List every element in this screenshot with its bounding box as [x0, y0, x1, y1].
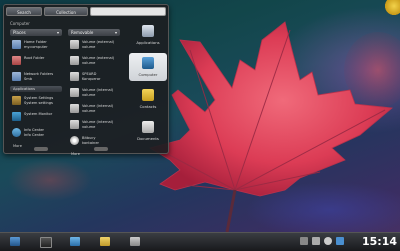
list-item[interactable]: System Monitor [10, 110, 62, 124]
item-label: Root Folder [24, 56, 45, 60]
collection-tab-button[interactable]: Collection [44, 7, 88, 16]
item-label: Info Center Info Center [24, 128, 45, 137]
info-center-icon [12, 128, 21, 137]
item-label: SPEARD Konqueror [82, 72, 101, 81]
desktop-icon[interactable] [70, 237, 80, 246]
list-item[interactable]: Volume (external) volume [68, 38, 120, 52]
kickoff-launcher-menu: Search Collection Computer Places ▾ Home… [3, 4, 169, 156]
item-label: Volume (external) volume [82, 56, 115, 65]
menu-content: Places ▾ Home Folder my.computer Root Fo… [10, 29, 126, 156]
list-item[interactable]: Volume (external) volume [68, 54, 120, 68]
search-input[interactable] [90, 7, 166, 16]
volume-icon[interactable] [324, 237, 332, 245]
item-label: Volume (external) volume [82, 40, 115, 49]
category-label: Documents [137, 136, 159, 141]
menu-search-row: Search Collection [6, 7, 166, 16]
scroll-handle[interactable] [94, 147, 108, 151]
item-label: Volume (internal) volume [82, 120, 114, 129]
category-applications[interactable]: Applications [129, 21, 167, 49]
home-folder-icon [12, 40, 21, 49]
breadcrumb: Computer [10, 21, 30, 26]
list-item[interactable]: System Settings System settings [10, 94, 62, 108]
applications-icon [142, 25, 154, 37]
search-tab-button[interactable]: Search [6, 7, 42, 16]
console-icon[interactable] [40, 237, 52, 248]
applications-subheader: Applications [10, 86, 62, 92]
chevron-down-icon: ▾ [114, 30, 117, 35]
scroll-handle[interactable] [34, 147, 48, 151]
removable-header[interactable]: Removable ▾ [68, 29, 120, 36]
places-column: Places ▾ Home Folder my.computer Root Fo… [10, 29, 62, 151]
category-label: Applications [136, 40, 160, 45]
list-item[interactable]: SPEARD Konqueror [68, 70, 120, 84]
drive-icon [70, 56, 79, 65]
item-label: Bitbucy kontainer [82, 136, 100, 145]
device-notifier-icon[interactable] [300, 237, 308, 245]
list-item[interactable]: Root Folder [10, 54, 62, 68]
menu-bottom-bar [4, 147, 168, 151]
kde-cashew-icon[interactable] [385, 0, 400, 15]
removable-column: Removable ▾ Volume (external) volume Vol… [68, 29, 120, 159]
item-label: Volume (internal) volume [82, 88, 114, 97]
contacts-icon [142, 89, 154, 101]
system-settings-icon [12, 96, 21, 105]
list-item[interactable]: Network Folders Smb [10, 70, 62, 84]
item-label: Home Folder my.computer [24, 40, 48, 49]
computer-icon [142, 57, 154, 69]
drive-icon [70, 72, 79, 81]
category-documents[interactable]: Documents [129, 117, 167, 145]
category-label: Contacts [139, 104, 157, 109]
category-label: Computer [138, 72, 158, 77]
drive-icon[interactable] [130, 237, 140, 246]
root-folder-icon [12, 56, 21, 65]
folder-icon[interactable] [100, 237, 110, 246]
item-label: System Settings System settings [24, 96, 54, 105]
category-sidebar: Applications Computer Contacts Documents [129, 21, 167, 149]
cd-icon [70, 136, 79, 145]
drive-icon [70, 104, 79, 113]
places-header-label: Places [13, 30, 26, 35]
more-label: More [71, 152, 80, 156]
places-header[interactable]: Places ▾ [10, 29, 62, 36]
category-contacts[interactable]: Contacts [129, 85, 167, 113]
taskbar: 15:14 [0, 232, 400, 251]
list-item[interactable]: Volume (internal) volume [68, 118, 120, 132]
list-item[interactable]: Info Center Info Center [10, 126, 62, 140]
list-item[interactable]: Home Folder my.computer [10, 38, 62, 52]
system-tray [300, 236, 348, 248]
category-computer[interactable]: Computer [129, 53, 167, 81]
display-icon[interactable] [336, 237, 344, 245]
more-row[interactable]: More [68, 151, 120, 159]
list-item[interactable]: Volume (internal) volume [68, 102, 120, 116]
drive-icon [70, 40, 79, 49]
drive-icon [70, 88, 79, 97]
chevron-down-icon: ▾ [56, 30, 59, 35]
home-icon[interactable] [10, 237, 20, 246]
item-label: System Monitor [24, 112, 53, 116]
documents-icon [142, 121, 154, 133]
system-monitor-icon [12, 112, 21, 121]
clock[interactable]: 15:14 [362, 235, 397, 248]
removable-header-label: Removable [71, 30, 94, 35]
network-icon[interactable] [312, 237, 320, 245]
drive-icon [70, 120, 79, 129]
list-item[interactable]: Bitbucy kontainer [68, 134, 120, 148]
list-item[interactable]: Volume (internal) volume [68, 86, 120, 100]
network-folder-icon [12, 72, 21, 81]
item-label: Network Folders Smb [24, 72, 54, 81]
item-label: Volume (internal) volume [82, 104, 114, 113]
